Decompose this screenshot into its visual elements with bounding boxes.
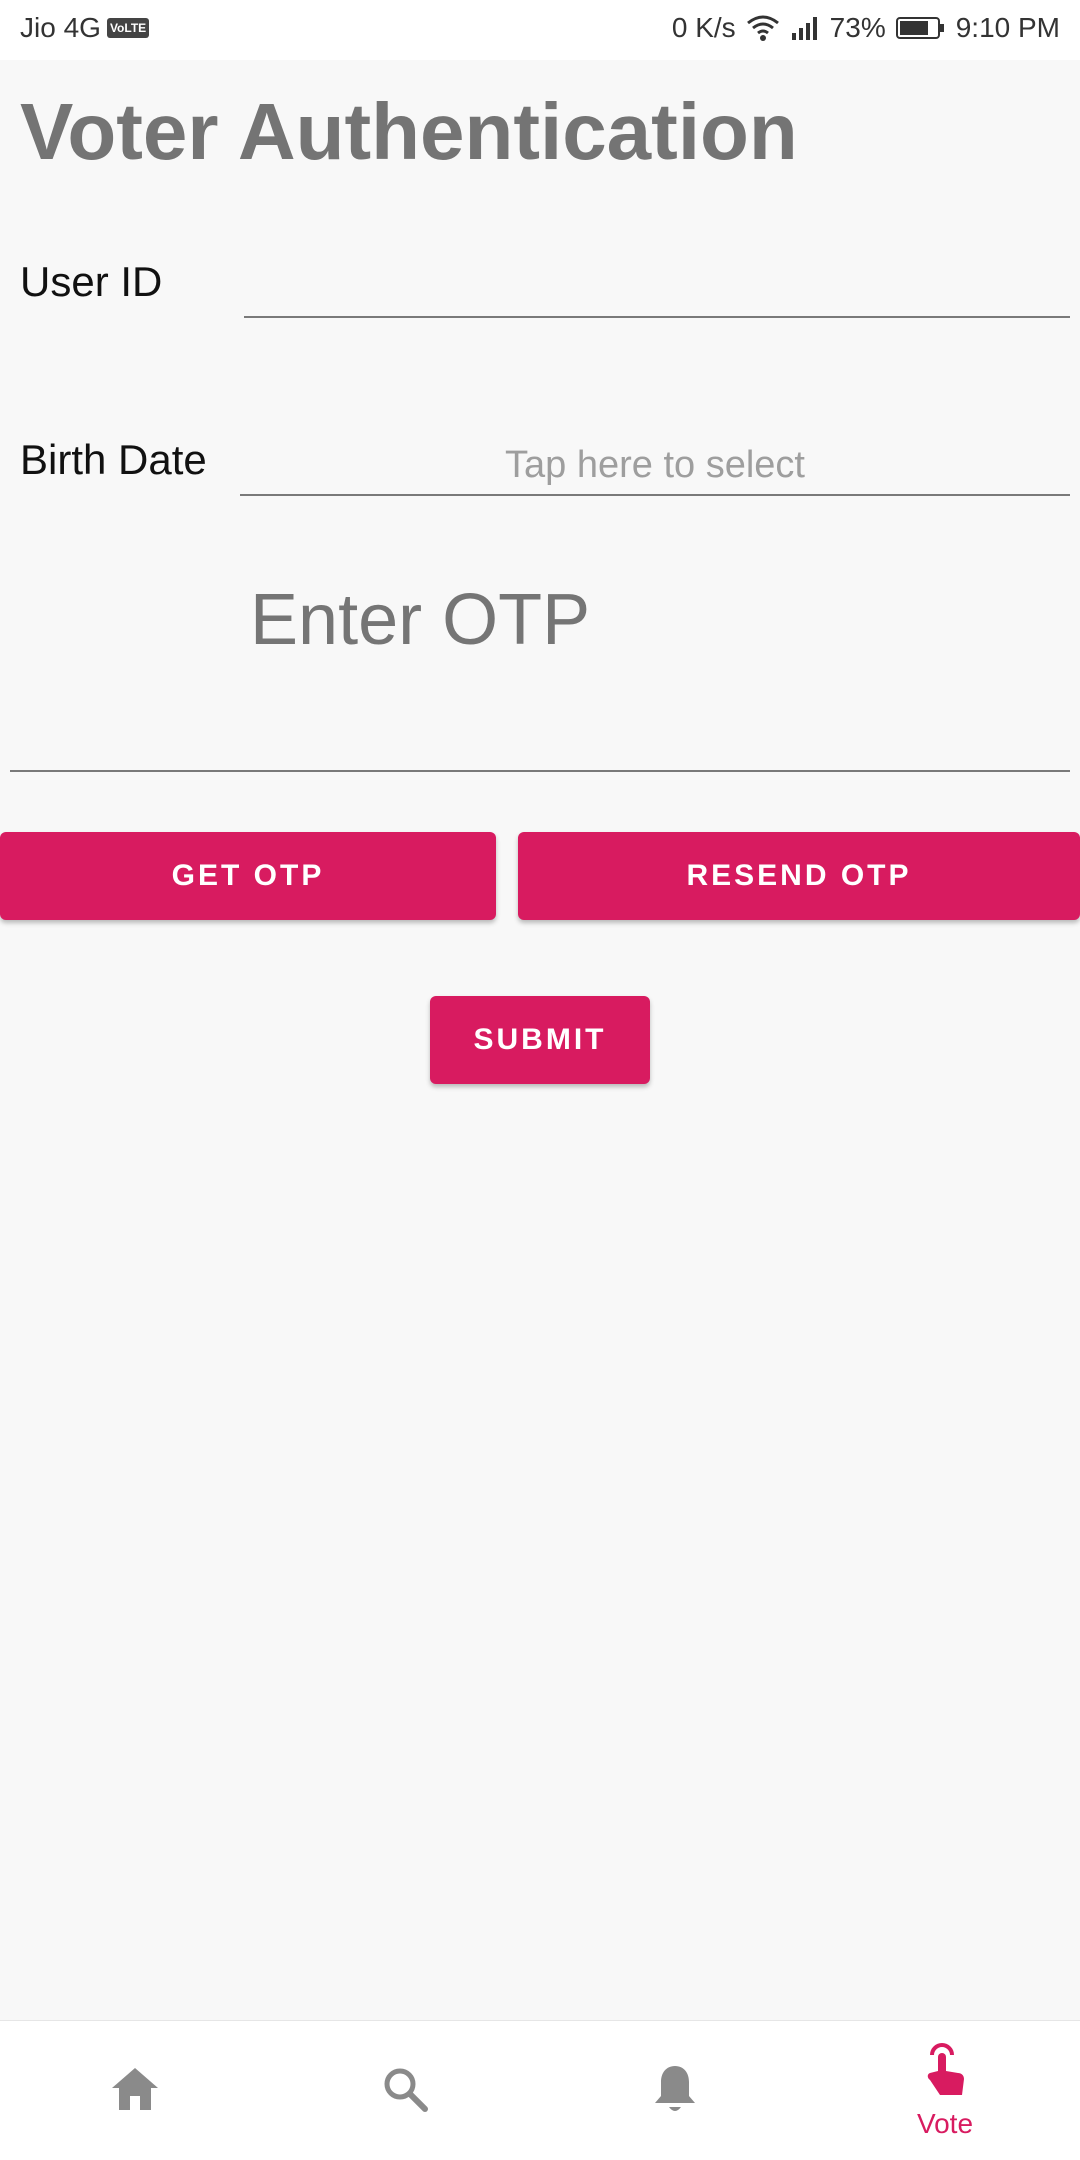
page-title: Voter Authentication: [20, 87, 798, 176]
user-id-input[interactable]: [244, 262, 1070, 318]
birth-date-picker[interactable]: [240, 436, 1070, 496]
status-bar: Jio 4G VoLTE 0 K/s 73% 9:10 PM: [0, 0, 1080, 60]
signal-icon: [790, 15, 820, 41]
nav-item-vote[interactable]: Vote: [810, 2021, 1080, 2160]
status-left: Jio 4G VoLTE: [20, 12, 150, 44]
submit-button[interactable]: SUBMIT: [430, 996, 650, 1084]
battery-icon: [895, 16, 946, 40]
get-otp-button[interactable]: GET OTP: [0, 832, 496, 920]
nav-item-home[interactable]: [0, 2021, 270, 2160]
battery-percent: 73%: [829, 12, 886, 43]
search-icon: [380, 2064, 430, 2119]
resend-otp-button[interactable]: RESEND OTP: [518, 832, 1080, 920]
carrier-label: Jio 4G: [20, 12, 101, 43]
net-speed-label: 0 K/s: [671, 12, 736, 43]
touch-icon: [922, 2042, 968, 2104]
nav-item-notifications[interactable]: [540, 2021, 810, 2160]
home-icon: [108, 2064, 162, 2119]
wifi-icon: [746, 14, 780, 42]
otp-input[interactable]: [10, 560, 1070, 772]
status-right: 0 K/s 73% 9:10 PM: [672, 12, 1060, 44]
nav-label-vote: Vote: [916, 2107, 974, 2139]
volte-badge: VoLTE: [106, 18, 150, 38]
nav-item-search[interactable]: [270, 2021, 540, 2160]
clock-label: 9:10 PM: [955, 12, 1060, 43]
bell-icon: [652, 2062, 698, 2121]
user-id-label: User ID: [20, 258, 163, 305]
app-screen: Jio 4G VoLTE 0 K/s 73% 9:10 PM Voter Aut…: [0, 0, 1080, 2160]
bottom-navigation: Vote: [0, 2020, 1080, 2160]
birth-date-label: Birth Date: [20, 436, 207, 483]
